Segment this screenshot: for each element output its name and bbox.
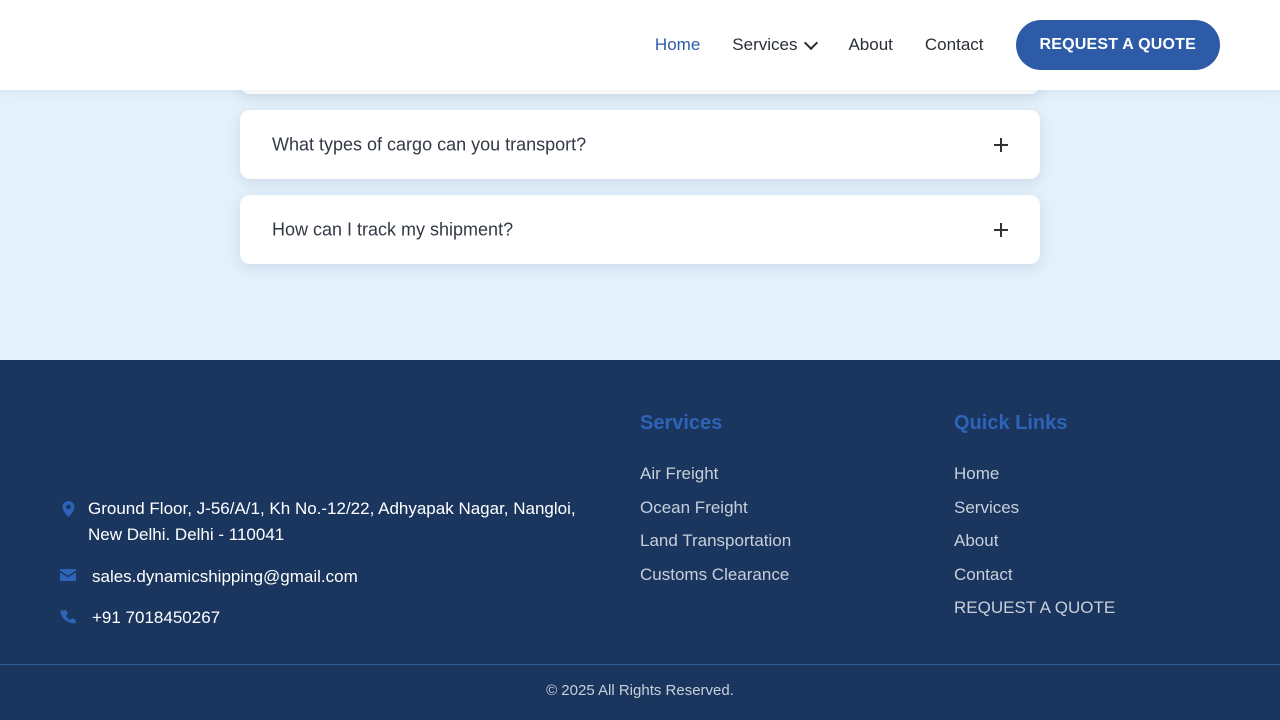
phone-link[interactable]: +91 7018450267 <box>92 605 220 631</box>
copyright-text: © 2025 All Rights Reserved. <box>546 682 734 699</box>
plus-icon[interactable] <box>994 222 1008 237</box>
services-link-list: Air Freight Ocean Freight Land Transport… <box>640 461 791 595</box>
phone-icon <box>60 605 76 626</box>
faq-item[interactable]: What types of cargo can you transport? <box>240 110 1040 179</box>
nav-about[interactable]: About <box>848 35 892 55</box>
chevron-down-icon <box>804 35 819 50</box>
email-link[interactable]: sales.dynamicshipping@gmail.com <box>92 564 358 590</box>
address-text: Ground Floor, J-56/A/1, Kh No.-12/22, Ad… <box>88 499 576 544</box>
quick-links-heading: Quick Links <box>954 412 1068 434</box>
plus-icon[interactable] <box>994 137 1008 152</box>
contact-address: Ground Floor, J-56/A/1, Kh No.-12/22, Ad… <box>60 496 600 548</box>
footer-link-land-transportation[interactable]: Land Transportation <box>640 528 791 562</box>
nav-services-label: Services <box>732 35 798 54</box>
faq-question: How can I track my shipment? <box>272 219 514 239</box>
footer-link-about[interactable]: About <box>954 528 1115 562</box>
nav-services[interactable]: Services <box>732 35 819 55</box>
footer-link-customs-clearance[interactable]: Customs Clearance <box>640 562 791 596</box>
contact-email: sales.dynamicshipping@gmail.com <box>60 564 358 590</box>
map-marker-icon <box>60 496 76 517</box>
footer-link-ocean-freight[interactable]: Ocean Freight <box>640 495 791 529</box>
quick-links-list: Home Services About Contact REQUEST A QU… <box>954 461 1115 629</box>
footer-link-services[interactable]: Services <box>954 495 1115 529</box>
site-footer: Ground Floor, J-56/A/1, Kh No.-12/22, Ad… <box>0 360 1280 720</box>
footer-link-request-quote[interactable]: REQUEST A QUOTE <box>954 595 1115 629</box>
envelope-icon <box>60 564 76 581</box>
contact-phone: +91 7018450267 <box>60 605 220 631</box>
services-heading: Services <box>640 412 723 434</box>
footer-link-air-freight[interactable]: Air Freight <box>640 461 791 495</box>
nav-home[interactable]: Home <box>655 35 700 55</box>
footer-link-home[interactable]: Home <box>954 461 1115 495</box>
nav-contact[interactable]: Contact <box>925 35 984 55</box>
footer-divider <box>0 664 1280 665</box>
faq-question: What types of cargo can you transport? <box>272 134 587 154</box>
main-nav: Home Services About Contact REQUEST A QU… <box>655 20 1220 70</box>
faq-item[interactable]: How can I track my shipment? <box>240 195 1040 264</box>
footer-link-contact[interactable]: Contact <box>954 562 1115 596</box>
site-header: Home Services About Contact REQUEST A QU… <box>0 0 1280 90</box>
request-quote-button[interactable]: REQUEST A QUOTE <box>1015 20 1220 70</box>
